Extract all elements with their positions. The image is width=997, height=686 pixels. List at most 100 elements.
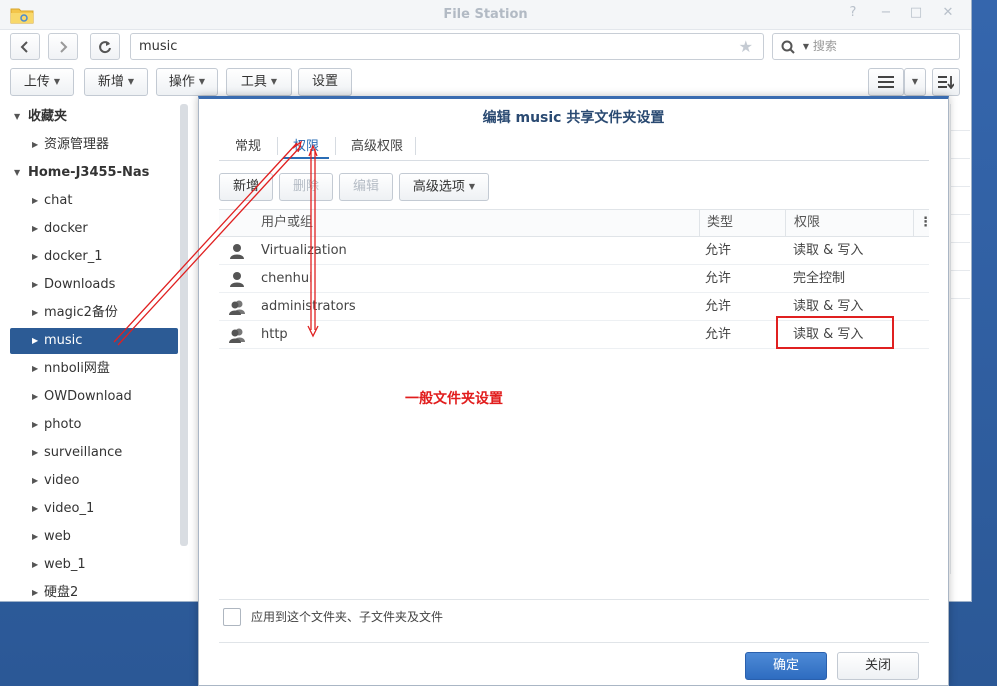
tab-divider (415, 137, 416, 155)
close-icon[interactable]: ✕ (938, 5, 958, 20)
expand-arrow-icon[interactable]: ▼ (14, 160, 20, 186)
tree-item-web[interactable]: ▶ web (10, 524, 178, 550)
edit-permission-button[interactable]: 编辑 (339, 173, 393, 201)
delete-permission-button[interactable]: 删除 (279, 173, 333, 201)
chevron-down-icon: ▼ (468, 182, 476, 191)
column-divider (785, 210, 786, 237)
tree-label: music (44, 333, 83, 348)
back-button[interactable] (10, 33, 40, 60)
table-row[interactable]: chenhui 允许 完全控制 (219, 265, 929, 293)
create-label: 新增 (97, 74, 124, 90)
tree-item-video[interactable]: ▶ video (10, 468, 178, 494)
tree-item-photo[interactable]: ▶ photo (10, 412, 178, 438)
row-user: chenhui (261, 271, 313, 286)
tab-permissions[interactable]: 权限 (283, 135, 330, 159)
chevron-down-icon: ▼ (127, 77, 135, 86)
tree-item-owdownload[interactable]: ▶ OWDownload (10, 384, 178, 410)
column-user[interactable]: 用户或组 (261, 210, 313, 236)
tree-item-video-1[interactable]: ▶ video_1 (10, 496, 178, 522)
apply-to-subfolders-checkbox[interactable] (223, 608, 241, 626)
tab-divider (277, 137, 278, 155)
tree-label: web_1 (44, 557, 86, 572)
expand-arrow-icon[interactable]: ▶ (32, 356, 38, 382)
view-mode-button[interactable] (868, 68, 904, 96)
search-icon (781, 40, 795, 54)
tree-item-magic2-backup[interactable]: ▶ magic2备份 (10, 300, 178, 326)
create-button[interactable]: 新增 ▼ (84, 68, 148, 96)
upload-button[interactable]: 上传 ▼ (10, 68, 74, 96)
column-options-icon[interactable]: ⋮ (919, 210, 932, 236)
expand-arrow-icon[interactable]: ▶ (32, 272, 38, 298)
add-permission-button[interactable]: 新增 (219, 173, 273, 201)
forward-button[interactable] (48, 33, 78, 60)
advanced-options-label: 高级选项 (412, 179, 465, 195)
tools-button[interactable]: 工具 ▼ (226, 68, 292, 96)
tree-item-resource-manager[interactable]: ▶ 资源管理器 (10, 132, 178, 158)
view-mode-dropdown[interactable]: ▼ (904, 68, 926, 96)
tree-item-web-1[interactable]: ▶ web_1 (10, 552, 178, 578)
expand-arrow-icon[interactable]: ▶ (32, 244, 38, 270)
tab-general[interactable]: 常规 (225, 135, 271, 159)
search-input[interactable]: ▼ 搜索 (772, 33, 960, 60)
apply-to-subfolders-label: 应用到这个文件夹、子文件夹及文件 (251, 610, 444, 624)
background-file-list (950, 104, 970, 574)
favorite-star-icon[interactable]: ★ (739, 34, 753, 59)
tree-label: magic2备份 (44, 305, 118, 320)
help-icon[interactable]: ? (843, 5, 863, 20)
expand-arrow-icon[interactable]: ▶ (32, 216, 38, 242)
minimize-icon[interactable]: − (876, 5, 896, 20)
expand-arrow-icon[interactable]: ▶ (32, 300, 38, 326)
table-row[interactable]: Virtualization 允许 读取 & 写入 (219, 237, 929, 265)
tree-item-docker-1[interactable]: ▶ docker_1 (10, 244, 178, 270)
expand-arrow-icon[interactable]: ▶ (32, 440, 38, 466)
expand-arrow-icon[interactable]: ▶ (32, 188, 38, 214)
expand-arrow-icon[interactable]: ▶ (32, 468, 38, 494)
chevron-down-icon: ▼ (198, 77, 206, 86)
chevron-down-icon: ▼ (53, 77, 61, 86)
close-button[interactable]: 关闭 (837, 652, 919, 680)
dialog-title: 编辑 music 共享文件夹设置 (482, 110, 665, 126)
column-divider (699, 210, 700, 237)
tree-item-music[interactable]: ▶ music (10, 328, 178, 354)
expand-arrow-icon[interactable]: ▶ (32, 524, 38, 550)
sort-button[interactable] (932, 68, 960, 96)
tree-item-chat[interactable]: ▶ chat (10, 188, 178, 214)
tree-item-downloads[interactable]: ▶ Downloads (10, 272, 178, 298)
tree-label: 硬盘2 (44, 585, 79, 600)
expand-arrow-icon[interactable]: ▶ (32, 580, 38, 601)
tree-root-nas[interactable]: ▼ Home-J3455-Nas (10, 160, 178, 186)
ok-button[interactable]: 确定 (745, 652, 827, 680)
expand-arrow-icon[interactable]: ▼ (14, 104, 20, 130)
search-dropdown-icon[interactable]: ▼ (803, 42, 809, 51)
divider (950, 298, 970, 299)
tree-item-nnboli[interactable]: ▶ nnboli网盘 (10, 356, 178, 382)
row-user: administrators (261, 299, 356, 314)
tab-advanced-permissions[interactable]: 高级权限 (341, 135, 413, 159)
column-type[interactable]: 类型 (707, 210, 733, 236)
upload-label: 上传 (23, 74, 50, 90)
chevron-right-icon (60, 41, 68, 53)
advanced-options-button[interactable]: 高级选项 ▼ (399, 173, 489, 201)
maximize-icon[interactable]: □ (906, 5, 926, 20)
tree-item-disk2[interactable]: ▶ 硬盘2 (10, 580, 178, 601)
action-button[interactable]: 操作 ▼ (156, 68, 218, 96)
path-input[interactable]: music ★ (130, 33, 764, 60)
row-permission: 完全控制 (793, 271, 846, 286)
tree-item-docker[interactable]: ▶ docker (10, 216, 178, 242)
column-permission[interactable]: 权限 (794, 210, 820, 236)
refresh-button[interactable] (90, 33, 120, 60)
sidebar-scrollbar[interactable] (180, 104, 188, 546)
settings-button[interactable]: 设置 (298, 68, 352, 96)
expand-arrow-icon[interactable]: ▶ (32, 552, 38, 578)
expand-arrow-icon[interactable]: ▶ (32, 132, 38, 158)
expand-arrow-icon[interactable]: ▶ (32, 328, 38, 354)
tree-root-favorites[interactable]: ▼ 收藏夹 (10, 104, 178, 130)
expand-arrow-icon[interactable]: ▶ (32, 496, 38, 522)
expand-arrow-icon[interactable]: ▶ (32, 412, 38, 438)
tree-item-surveillance[interactable]: ▶ surveillance (10, 440, 178, 466)
expand-arrow-icon[interactable]: ▶ (32, 384, 38, 410)
divider (950, 158, 970, 159)
tree-label: Home-J3455-Nas (28, 165, 150, 180)
tree-label: surveillance (44, 445, 123, 460)
folder-tree: ▼ 收藏夹 ▶ 资源管理器 ▼ Home-J3455-Nas ▶ chat ▶ docke… (0, 104, 190, 601)
